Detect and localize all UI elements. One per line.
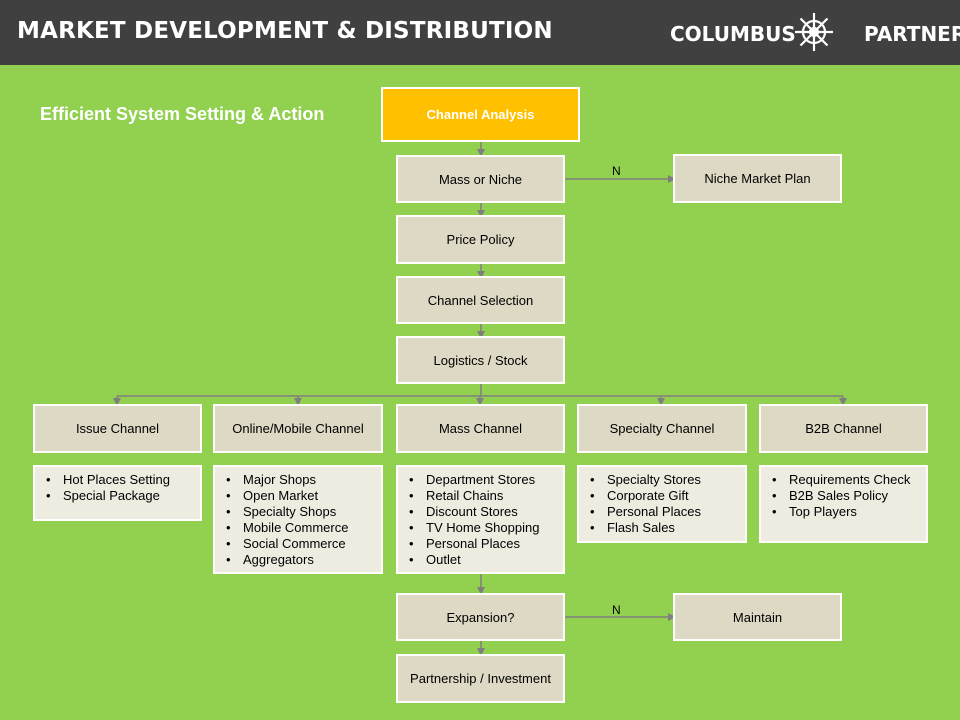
list-item: TV Home Shopping: [409, 520, 563, 536]
channel-list-online: Major Shops Open Market Specialty Shops …: [213, 465, 383, 574]
list-item: Hot Places Setting: [46, 472, 200, 488]
channel-title-mass: Mass Channel: [396, 404, 565, 453]
price-policy-label: Price Policy: [446, 232, 515, 247]
list-item: Aggregators: [226, 552, 381, 568]
channel-list-issue: Hot Places Setting Special Package: [33, 465, 202, 521]
logistics-stock-label: Logistics / Stock: [433, 352, 528, 368]
no-label-maintain: N: [612, 603, 621, 617]
channel-list-b2b: Requirements Check B2B Sales Policy Top …: [759, 465, 928, 543]
list-item: Flash Sales: [590, 520, 745, 536]
partnership-investment-label: Partnership / Investment: [410, 671, 551, 686]
list-item: Retail Chains: [409, 488, 563, 504]
logistics-stock-box: Logistics / Stock: [396, 336, 565, 384]
expansion-label: Expansion?: [446, 609, 515, 625]
list-item: Social Commerce: [226, 536, 381, 552]
list-item: Specialty Stores: [590, 472, 745, 488]
no-label-niche: N: [612, 164, 621, 178]
channel-title-label: Specialty Channel: [609, 421, 715, 436]
channel-title-label: Issue Channel: [75, 421, 160, 436]
channel-title-b2b: B2B Channel: [759, 404, 928, 453]
list-item: Personal Places: [590, 504, 745, 520]
channel-analysis-label: Channel Analysis: [426, 107, 535, 122]
list-item: Personal Places: [409, 536, 563, 552]
channel-selection-label: Channel Selection: [427, 292, 534, 308]
list-item: Specialty Shops: [226, 504, 381, 520]
channel-selection-box: Channel Selection: [396, 276, 565, 324]
channel-title-label: B2B Channel: [805, 421, 882, 436]
list-item: Outlet: [409, 552, 563, 568]
list-item: Special Package: [46, 488, 200, 504]
channel-list-specialty: Specialty Stores Corporate Gift Personal…: [577, 465, 747, 543]
list-item: Open Market: [226, 488, 381, 504]
maintain-box: Maintain: [673, 593, 842, 641]
channel-title-specialty: Specialty Channel: [577, 404, 747, 453]
channel-title-label: Mass Channel: [438, 421, 523, 436]
list-item: Requirements Check: [772, 472, 926, 488]
list-item: Top Players: [772, 504, 926, 520]
list-item: Mobile Commerce: [226, 520, 381, 536]
niche-market-plan-label: Niche Market Plan: [704, 171, 811, 186]
list-item: Major Shops: [226, 472, 381, 488]
list-item: B2B Sales Policy: [772, 488, 926, 504]
channel-title-online: Online/Mobile Channel: [213, 404, 383, 453]
list-item: Discount Stores: [409, 504, 563, 520]
maintain-label: Maintain: [732, 609, 783, 625]
channel-title-label: Online/Mobile Channel: [232, 421, 364, 436]
list-item: Department Stores: [409, 472, 563, 488]
channel-title-issue: Issue Channel: [33, 404, 202, 453]
niche-market-plan-box: Niche Market Plan: [673, 154, 842, 203]
expansion-box: Expansion?: [396, 593, 565, 641]
mass-or-niche-box: Mass or Niche: [396, 155, 565, 203]
price-policy-box: Price Policy: [396, 215, 565, 264]
mass-or-niche-label: Mass or Niche: [438, 171, 523, 187]
list-item: Corporate Gift: [590, 488, 745, 504]
partnership-investment-box: Partnership / Investment: [396, 654, 565, 703]
channel-list-mass: Department Stores Retail Chains Discount…: [396, 465, 565, 574]
channel-analysis-box: Channel Analysis: [381, 87, 580, 142]
